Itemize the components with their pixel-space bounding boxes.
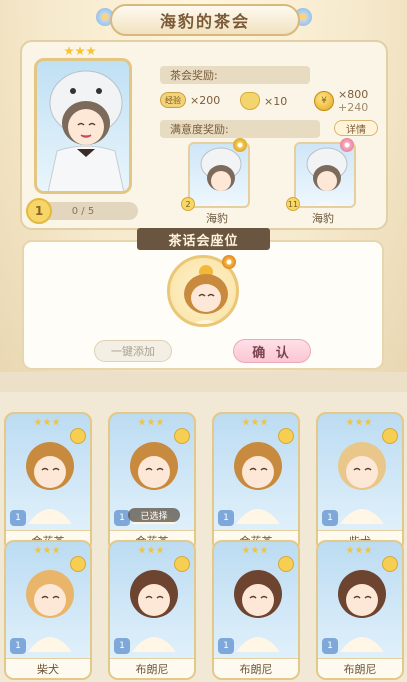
- character-illustration: [234, 570, 282, 652]
- heart-reward-value: ×10: [264, 94, 288, 108]
- character-name: 柴犬: [6, 658, 90, 678]
- card-stars: [242, 418, 268, 426]
- star-icon: [52, 546, 60, 554]
- star-icon: [355, 418, 363, 426]
- star-icon: [251, 418, 259, 426]
- tea-reward-label: 茶会奖励:: [160, 66, 310, 84]
- star-icon: [242, 546, 250, 554]
- seat-section-title: 茶话会座位: [137, 228, 270, 250]
- key-icon: [233, 138, 247, 152]
- star-icon: [34, 418, 42, 426]
- star-icon: [156, 418, 164, 426]
- flower-badge-icon: [340, 138, 354, 152]
- card-level-badge: 1: [10, 510, 26, 526]
- affection-level-heart-icon: 1: [26, 198, 52, 224]
- card-stars: [346, 418, 372, 426]
- card-level-badge: 1: [322, 638, 338, 654]
- heart-icon: [240, 92, 260, 110]
- star-icon: [52, 418, 60, 426]
- star-icon: [242, 418, 250, 426]
- card-level-badge: 1: [322, 510, 338, 526]
- seal-girl-thumbnail: [306, 147, 348, 206]
- exp-reward: 经验 ×200: [160, 92, 220, 108]
- card-level-badge: 1: [218, 510, 234, 526]
- star-icon: [43, 546, 51, 554]
- character-name: 布朗尼: [318, 658, 402, 678]
- seal-hood-girl-illustration: [47, 70, 125, 191]
- character-name: 布朗尼: [214, 658, 298, 678]
- character-name: 布朗尼: [110, 658, 194, 678]
- card-stars: [138, 546, 164, 554]
- character-card[interactable]: 1 布朗尼: [212, 540, 300, 680]
- satisfaction-reward-label: 满意度奖励:: [160, 120, 320, 138]
- star-icon: [86, 46, 96, 56]
- exp-reward-value: ×200: [190, 93, 221, 107]
- star-icon: [156, 546, 164, 554]
- card-level-badge: 1: [218, 638, 234, 654]
- character-card[interactable]: 1金花茶: [4, 412, 92, 552]
- character-card[interactable]: 1金花茶: [212, 412, 300, 552]
- star-icon: [346, 418, 354, 426]
- character-illustration: [338, 442, 386, 524]
- card-stars: [346, 546, 372, 554]
- star-icon: [34, 546, 42, 554]
- character-card[interactable]: 1 柴犬: [4, 540, 92, 680]
- character-illustration: [26, 570, 74, 652]
- star-icon: [251, 546, 259, 554]
- satisfaction-level-badge: 11: [286, 197, 300, 211]
- star-icon: [138, 546, 146, 554]
- coin-bonus-value: +240: [338, 101, 369, 114]
- star-icon: [138, 418, 146, 426]
- star-icon: [147, 418, 155, 426]
- page-title: 海豹的茶会: [110, 4, 300, 36]
- card-stars: [34, 546, 60, 554]
- star-icon: [346, 546, 354, 554]
- character-illustration: [338, 570, 386, 652]
- card-level-badge: 1: [10, 638, 26, 654]
- hero-stars: [64, 46, 96, 56]
- exp-icon: 经验: [160, 92, 186, 108]
- character-card[interactable]: 1已选择金花茶: [108, 412, 196, 552]
- satisfaction-item-name: 海豹: [206, 212, 228, 225]
- card-level-badge: 1: [114, 638, 130, 654]
- star-icon: [355, 546, 363, 554]
- satisfaction-item-name: 海豹: [312, 212, 334, 225]
- character-card[interactable]: 1 布朗尼: [316, 540, 404, 680]
- tea-leaf-icon: [222, 255, 236, 269]
- star-icon: [64, 46, 74, 56]
- card-stars: [138, 418, 164, 426]
- star-icon: [364, 546, 372, 554]
- seal-girl-thumbnail: [200, 147, 242, 206]
- character-illustration: [26, 442, 74, 524]
- satisfaction-level-badge: 2: [181, 197, 195, 211]
- coin-reward: ¥ ×800 +240: [314, 88, 368, 114]
- detail-button[interactable]: 详情: [334, 120, 378, 136]
- card-stars: [242, 546, 268, 554]
- coin-icon: ¥: [314, 91, 334, 111]
- character-illustration: [234, 442, 282, 524]
- heart-reward: ×10: [240, 92, 287, 110]
- character-card[interactable]: 1 布朗尼: [108, 540, 196, 680]
- confirm-button[interactable]: 确 认: [233, 339, 311, 363]
- coin-reward-value: ×800: [338, 88, 369, 101]
- selected-tag: 已选择: [128, 508, 180, 522]
- hero-portrait[interactable]: [34, 58, 132, 194]
- add-all-button[interactable]: 一键添加: [94, 340, 172, 362]
- character-illustration: [130, 570, 178, 652]
- star-icon: [364, 418, 372, 426]
- character-card[interactable]: 1柴犬: [316, 412, 404, 552]
- star-icon: [260, 546, 268, 554]
- star-icon: [147, 546, 155, 554]
- star-icon: [260, 418, 268, 426]
- star-icon: [43, 418, 51, 426]
- card-stars: [34, 418, 60, 426]
- star-icon: [75, 46, 85, 56]
